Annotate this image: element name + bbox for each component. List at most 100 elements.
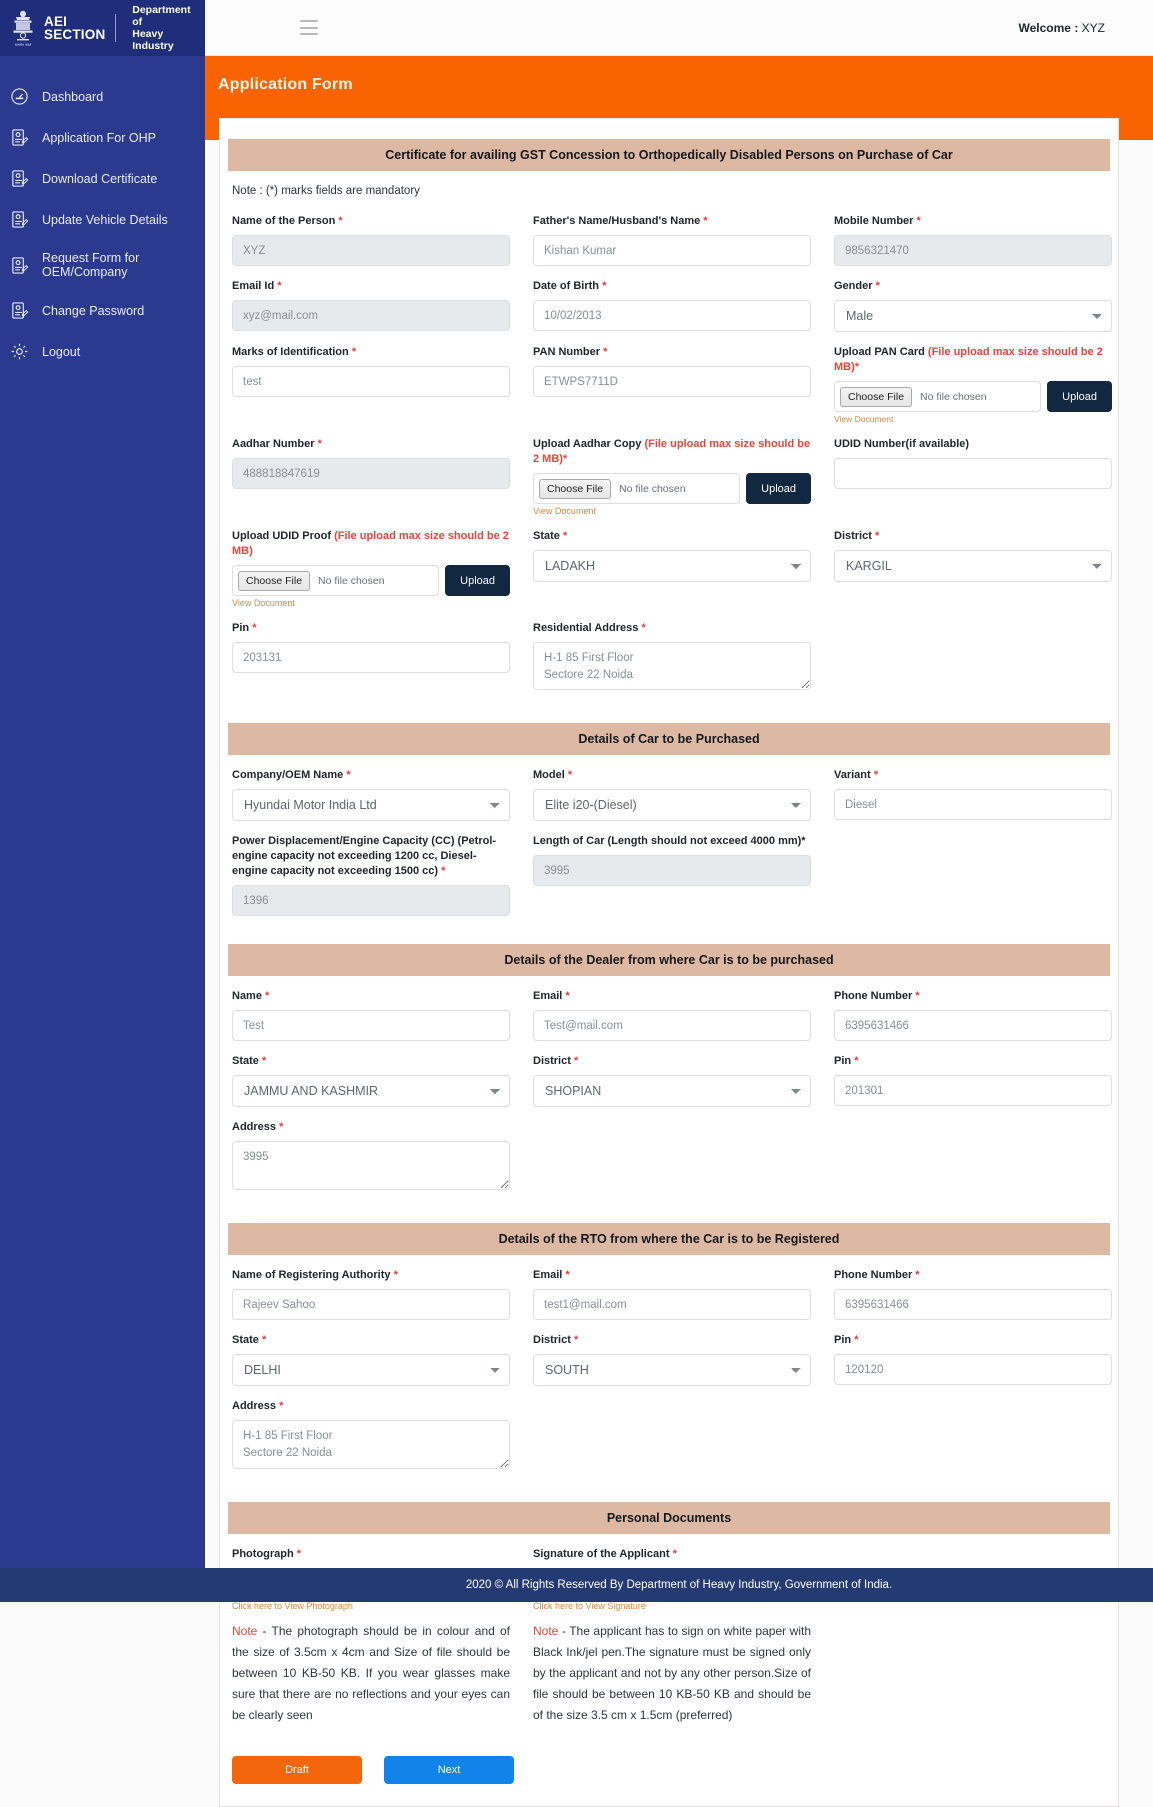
person-row-2: Email Id * Date of Birth * Gender * Male bbox=[228, 266, 1112, 332]
view-photograph-link[interactable]: Click here to View Photograph bbox=[232, 1601, 510, 1611]
input-registering-authority[interactable] bbox=[232, 1289, 510, 1320]
select-rto-state[interactable]: DELHI bbox=[232, 1354, 510, 1386]
input-marks-of-identification[interactable] bbox=[232, 366, 510, 397]
upload-button-udid[interactable]: Upload bbox=[445, 565, 510, 596]
file-input-udid[interactable]: Choose File No file chosen bbox=[232, 565, 440, 596]
input-length-of-car[interactable] bbox=[533, 855, 811, 886]
view-signature-link[interactable]: Click here to View Signature bbox=[533, 1601, 811, 1611]
rto-row-1: Name of Registering Authority * Email * … bbox=[228, 1255, 1112, 1320]
field-rto-address: Address * H-1 85 First Floor Sectore 22 … bbox=[232, 1386, 510, 1474]
field-rto-phone: Phone Number * bbox=[834, 1255, 1112, 1320]
textarea-dealer-address[interactable]: 3995 bbox=[232, 1141, 510, 1190]
input-dealer-name[interactable] bbox=[232, 1010, 510, 1041]
label-signature: Signature of the Applicant * bbox=[533, 1548, 677, 1560]
select-dealer-state[interactable]: JAMMU AND KASHMIR bbox=[232, 1075, 510, 1107]
input-dealer-pin[interactable] bbox=[834, 1075, 1112, 1106]
select-dealer-district[interactable]: SHOPIAN bbox=[533, 1075, 811, 1107]
brand-title: AEI SECTION bbox=[44, 14, 106, 42]
person-row-3: Marks of Identification * PAN Number * U… bbox=[228, 332, 1112, 424]
photograph-note: Note - The photograph should be in colou… bbox=[232, 1621, 510, 1726]
rto-section-heading: Details of the RTO from where the Car is… bbox=[228, 1223, 1110, 1255]
input-pan-number[interactable] bbox=[533, 366, 811, 397]
select-car-model[interactable]: Elite i20-(Diesel) bbox=[533, 789, 811, 821]
input-mobile-number[interactable] bbox=[834, 235, 1112, 266]
select-rto-district[interactable]: SOUTH bbox=[533, 1354, 811, 1386]
person-row-1: Name of the Person * Father's Name/Husba… bbox=[228, 201, 1112, 266]
footer-text: 2020 © All Rights Reserved By Department… bbox=[465, 1579, 893, 1591]
select-oem-name[interactable]: Hyundai Motor India Ltd bbox=[232, 789, 510, 821]
document-pen-icon bbox=[12, 170, 29, 187]
label-upload-aadhar-copy: Upload Aadhar Copy (File upload max size… bbox=[533, 438, 811, 465]
choose-file-button-udid[interactable]: Choose File bbox=[238, 570, 311, 591]
input-dealer-phone[interactable] bbox=[834, 1010, 1112, 1041]
file-input-pan-card[interactable]: Choose File No file chosen bbox=[834, 381, 1042, 412]
label-name-of-person: Name of the Person * bbox=[232, 215, 343, 227]
field-date-of-birth: Date of Birth * bbox=[533, 266, 811, 332]
sidebar-item-logout[interactable]: Logout bbox=[0, 331, 205, 372]
input-person-pin[interactable] bbox=[232, 642, 510, 673]
next-button[interactable]: Next bbox=[384, 1756, 514, 1784]
input-rto-email[interactable] bbox=[533, 1289, 811, 1320]
brand-header: सत्यमेव जयते AEI SECTION Department of H… bbox=[0, 0, 205, 56]
photograph-note-text: - The photograph should be in colour and… bbox=[232, 1624, 510, 1722]
label-udid-number: UDID Number(if available) bbox=[834, 438, 970, 450]
select-person-district[interactable]: KARGIL bbox=[834, 550, 1112, 582]
file-input-aadhar[interactable]: Choose File No file chosen bbox=[533, 473, 741, 504]
input-dealer-email[interactable] bbox=[533, 1010, 811, 1041]
no-file-chosen-udid: No file chosen bbox=[318, 574, 385, 587]
sidebar-item-update-vehicle-details[interactable]: Update Vehicle Details bbox=[0, 199, 205, 240]
person-row-6-spacer bbox=[834, 608, 1112, 695]
input-rto-pin[interactable] bbox=[834, 1354, 1112, 1385]
sidebar-item-application-for-ohp[interactable]: Application For OHP bbox=[0, 117, 205, 158]
choose-file-button-aadhar[interactable]: Choose File bbox=[539, 478, 612, 499]
car-row-2-spacer bbox=[834, 821, 1112, 916]
field-person-state: State * LADAKH bbox=[533, 516, 811, 608]
draft-button[interactable]: Draft bbox=[232, 1756, 362, 1784]
label-aadhar-number: Aadhar Number * bbox=[232, 438, 322, 450]
textarea-residential-address[interactable]: H-1 85 First Floor Sectore 22 Noida bbox=[533, 642, 811, 690]
input-date-of-birth[interactable] bbox=[533, 300, 811, 331]
input-udid-number[interactable] bbox=[834, 458, 1112, 489]
view-document-link-pan[interactable]: View Document bbox=[834, 414, 1112, 424]
select-gender[interactable]: Male bbox=[834, 300, 1112, 332]
input-car-variant[interactable] bbox=[834, 789, 1112, 820]
select-person-state[interactable]: LADAKH bbox=[533, 550, 811, 582]
mandatory-note: Note : (*) marks fields are mandatory bbox=[232, 185, 420, 197]
car-section-heading: Details of Car to be Purchased bbox=[228, 723, 1110, 755]
view-document-link-udid[interactable]: View Document bbox=[232, 598, 510, 608]
field-length-of-car: Length of Car (Length should not exceed … bbox=[533, 821, 811, 916]
field-rto-district: District * SOUTH bbox=[533, 1320, 811, 1386]
label-upload-pan-card: Upload PAN Card (File upload max size sh… bbox=[834, 346, 1103, 373]
sidebar-item-dashboard[interactable]: Dashboard bbox=[0, 76, 205, 117]
input-aadhar-number[interactable] bbox=[232, 458, 510, 489]
rto-row-3-spacer-2 bbox=[834, 1386, 1112, 1474]
field-rto-pin: Pin * bbox=[834, 1320, 1112, 1386]
dealer-row-3-spacer-1 bbox=[533, 1107, 811, 1195]
gear-icon bbox=[11, 343, 28, 360]
label-rto-state: State * bbox=[232, 1334, 267, 1346]
sidebar-item-change-password[interactable]: Change Password bbox=[0, 290, 205, 331]
input-power-displacement[interactable] bbox=[232, 885, 510, 916]
textarea-rto-address[interactable]: H-1 85 First Floor Sectore 22 Noida bbox=[232, 1420, 510, 1469]
input-rto-phone[interactable] bbox=[834, 1289, 1112, 1320]
sidebar-item-label: Logout bbox=[42, 344, 81, 359]
sidebar-item-label: Update Vehicle Details bbox=[42, 212, 168, 227]
upload-button-pan[interactable]: Upload bbox=[1047, 381, 1112, 412]
field-person-district: District * KARGIL bbox=[834, 516, 1112, 608]
field-mobile-number: Mobile Number * bbox=[834, 201, 1112, 266]
field-gender: Gender * Male bbox=[834, 266, 1112, 332]
field-signature: Signature of the Applicant * Choose File… bbox=[533, 1534, 811, 1726]
choose-file-button-pan[interactable]: Choose File bbox=[840, 386, 913, 407]
input-father-name[interactable] bbox=[533, 235, 811, 266]
label-mobile-number: Mobile Number * bbox=[834, 215, 921, 227]
upload-button-aadhar[interactable]: Upload bbox=[746, 473, 811, 504]
welcome-label: Welcome : bbox=[1018, 20, 1079, 35]
input-name-of-person[interactable] bbox=[232, 235, 510, 266]
sidebar-item-request-form-for-oem-company[interactable]: Request Form for OEM/Company bbox=[0, 240, 205, 290]
hamburger-menu-icon[interactable] bbox=[300, 20, 318, 35]
dealer-section-heading: Details of the Dealer from where Car is … bbox=[228, 944, 1110, 976]
input-email-id[interactable] bbox=[232, 300, 510, 331]
view-document-link-aadhar[interactable]: View Document bbox=[533, 506, 811, 516]
sidebar-item-download-certificate[interactable]: Download Certificate bbox=[0, 158, 205, 199]
form-heading: Certificate for availing GST Concession … bbox=[228, 139, 1110, 171]
